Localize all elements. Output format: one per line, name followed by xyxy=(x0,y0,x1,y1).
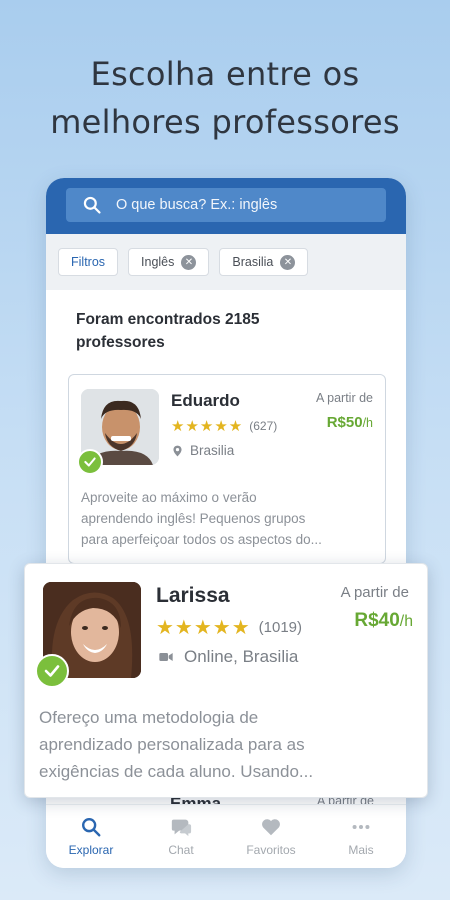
teacher-card-eduardo[interactable]: Eduardo ★★★★★ (627) Brasilia A partir de… xyxy=(68,374,386,564)
close-icon[interactable]: ✕ xyxy=(280,254,296,270)
description-line: aprendizado personalizada para as xyxy=(39,735,305,754)
app-header: O que busca? Ex.: inglês xyxy=(46,178,406,234)
description-line: aprendendo inglês! Pequenos grupos xyxy=(81,511,306,526)
nav-explorar[interactable]: Explorar xyxy=(46,805,136,868)
price-prefix: A partir de xyxy=(340,584,409,601)
price-unit: /h xyxy=(362,416,373,430)
nav-favoritos[interactable]: Favoritos xyxy=(226,805,316,868)
chat-bubble-icon xyxy=(171,819,192,837)
nav-label: Mais xyxy=(348,843,374,857)
nav-label: Chat xyxy=(168,843,194,857)
search-placeholder: O que busca? Ex.: inglês xyxy=(116,197,278,213)
location: Online, Brasilia xyxy=(156,647,298,667)
rating: ★★★★★ (1019) xyxy=(156,615,302,640)
pin-icon xyxy=(173,445,182,456)
nav-mais[interactable]: Mais xyxy=(316,805,406,868)
search-input[interactable]: O que busca? Ex.: inglês xyxy=(66,188,386,222)
results-count-line-2: professores xyxy=(76,334,165,351)
rating-count: (1019) xyxy=(258,619,303,636)
filters-button[interactable]: Filtros xyxy=(58,248,119,276)
description-line: para aperfeiçoar todos os aspectos do... xyxy=(81,532,322,547)
results-count: Foram encontrados 2185 professores xyxy=(46,290,406,354)
teacher-name: Larissa xyxy=(156,584,230,607)
price-unit: /h xyxy=(399,613,413,630)
close-icon[interactable]: ✕ xyxy=(181,254,197,270)
filter-chip-brasilia[interactable]: Brasilia ✕ xyxy=(219,248,309,276)
star-rating: ★★★★★ xyxy=(156,617,251,639)
headline-line-1: Escolha entre os xyxy=(90,55,360,93)
search-icon xyxy=(82,818,101,837)
nav-chat[interactable]: Chat xyxy=(136,805,226,868)
location-text: Brasilia xyxy=(190,443,235,458)
bottom-nav: Explorar Chat Favoritos Mais xyxy=(46,804,406,868)
teacher-description: Aproveite ao máximo o verão aprendendo i… xyxy=(81,487,322,550)
teacher-card-larissa[interactable]: Larissa ★★★★★ (1019) Online, Brasilia A … xyxy=(24,563,428,798)
teacher-description: Ofereço uma metodologia de aprendizado p… xyxy=(39,704,313,785)
verified-check-icon xyxy=(77,449,103,475)
price: R$40/h xyxy=(354,610,413,632)
chip-label: Inglês xyxy=(141,255,175,269)
verified-check-icon xyxy=(35,654,69,688)
rating-count: (627) xyxy=(249,419,278,433)
more-dots-icon xyxy=(352,824,370,830)
filters-row: Filtros Inglês ✕ Brasilia ✕ xyxy=(46,234,406,290)
price-prefix: A partir de xyxy=(316,391,373,405)
headline: Escolha entre os melhores professores xyxy=(0,50,450,146)
teacher-name: Eduardo xyxy=(171,391,240,410)
location: Brasilia xyxy=(171,443,234,458)
chip-label: Brasilia xyxy=(232,255,274,269)
description-line: Aproveite ao máximo o verão xyxy=(81,490,257,505)
price-value: R$40 xyxy=(354,610,400,631)
star-rating: ★★★★★ xyxy=(171,418,244,435)
filter-chip-ingles[interactable]: Inglês ✕ xyxy=(128,248,210,276)
results-count-line-1: Foram encontrados 2185 xyxy=(76,311,260,328)
headline-line-2: melhores professores xyxy=(50,103,400,141)
search-icon xyxy=(83,196,101,214)
description-line: exigências de cada aluno. Usando... xyxy=(39,762,314,781)
nav-label: Explorar xyxy=(68,843,114,857)
video-camera-icon xyxy=(159,653,173,661)
rating: ★★★★★ (627) xyxy=(171,417,277,435)
heart-icon xyxy=(262,819,280,836)
description-line: Ofereço uma metodologia de xyxy=(39,708,259,727)
location-text: Online, Brasilia xyxy=(184,647,299,666)
price-value: R$50 xyxy=(326,414,363,431)
nav-label: Favoritos xyxy=(246,843,296,857)
price: R$50/h xyxy=(327,414,373,431)
